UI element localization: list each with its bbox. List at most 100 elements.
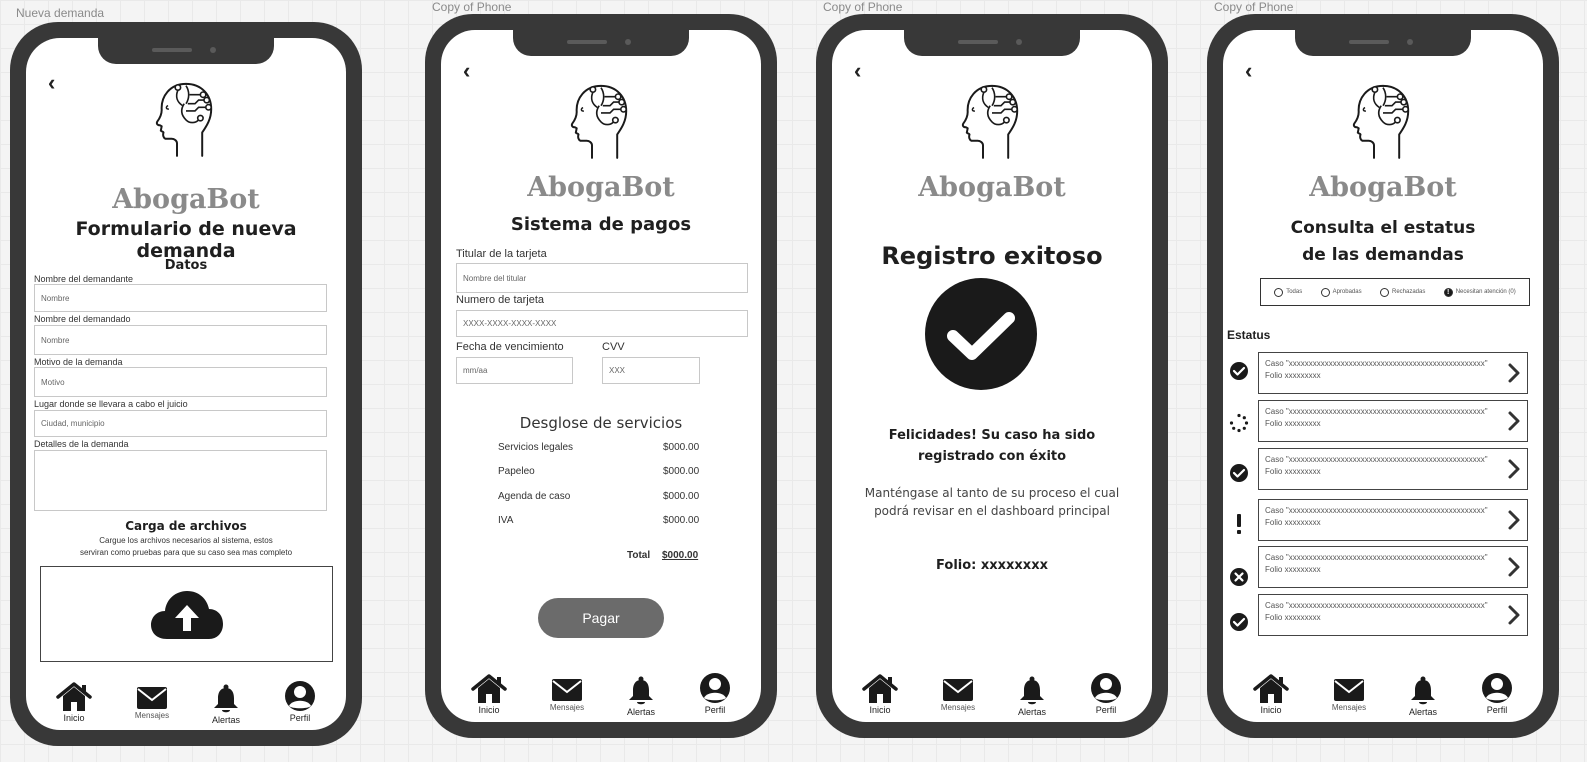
nav-inicio-label: Inicio [63, 713, 85, 723]
chevron-right-icon [1507, 458, 1521, 480]
total-value: $000.00 [662, 550, 699, 561]
phone-registro: ‹ AbogaBot Registro exitoso Felicidades!… [816, 14, 1168, 738]
nav-alertas[interactable]: Alertas [1004, 676, 1060, 717]
abogabot-logo [832, 80, 1152, 162]
case-row[interactable]: Caso "xxxxxxxxxxxxxxxxxxxxxxxxxxxxxxxxxx… [1258, 499, 1528, 541]
nav-alertas-label: Alertas [211, 715, 240, 725]
bottom-nav: Inicio Mensajes Alertas Perfil [441, 672, 761, 722]
screen-registro: ‹ AbogaBot Registro exitoso Felicidades!… [832, 30, 1152, 722]
check-circle-icon [1229, 612, 1249, 632]
nav-mensajes[interactable]: Mensajes [124, 686, 180, 720]
nav-alertas[interactable]: Alertas [1395, 676, 1451, 717]
loading-icon [1229, 413, 1249, 433]
nav-alertas-label: Alertas [626, 707, 655, 717]
numero-tarjeta-input[interactable]: XXXX-XXXX-XXXX-XXXX [456, 310, 748, 337]
bell-icon [627, 676, 655, 706]
head-circuit-icon [1347, 80, 1419, 162]
bottom-nav: Inicio Mensajes Alertas Perfil [1223, 672, 1543, 722]
nav-perfil-label: Perfil [704, 705, 726, 715]
brand-name: AbogaBot [112, 184, 260, 215]
case-row[interactable]: Caso "xxxxxxxxxxxxxxxxxxxxxxxxxxxxxxxxxx… [1258, 594, 1528, 636]
case-folio: Folio xxxxxxxxx [1265, 518, 1321, 527]
nav-mensajes[interactable]: Mensajes [930, 678, 986, 712]
bell-icon [1409, 676, 1437, 706]
case-row[interactable]: Caso "xxxxxxxxxxxxxxxxxxxxxxxxxxxxxxxxxx… [1258, 400, 1528, 442]
info-text-1: Manténgase al tanto de su proceso el cua… [864, 486, 1120, 500]
nav-inicio[interactable]: Inicio [1243, 674, 1299, 715]
nav-perfil[interactable]: Perfil [272, 680, 328, 723]
breakdown-title: Desglose de servicios [519, 414, 683, 432]
cloud-upload-icon [151, 591, 223, 639]
upload-dropzone[interactable] [40, 566, 333, 662]
bell-icon [212, 684, 240, 714]
nav-perfil-label: Perfil [289, 713, 311, 723]
case-folio: Folio xxxxxxxxx [1265, 565, 1321, 574]
nav-alertas[interactable]: Alertas [198, 684, 254, 725]
detalles-textarea[interactable] [34, 450, 327, 511]
home-icon [862, 674, 898, 704]
nav-perfil[interactable]: Perfil [1078, 672, 1134, 715]
page-title-line-2: de las demandas [1302, 245, 1464, 265]
chevron-right-icon [1507, 362, 1521, 384]
x-circle-icon [1229, 567, 1249, 587]
case-row[interactable]: Caso "xxxxxxxxxxxxxxxxxxxxxxxxxxxxxxxxxx… [1258, 448, 1528, 490]
nav-perfil[interactable]: Perfil [687, 672, 743, 715]
filter-necesitan-atencion[interactable]: ! Necesitan atención (0) [1443, 287, 1516, 297]
filter-rechazadas-label: Rechazadas [1391, 289, 1426, 295]
upload-description-1: Cargue los archivos necesarios al sistem… [99, 536, 273, 545]
nav-inicio[interactable]: Inicio [461, 674, 517, 715]
nav-mensajes[interactable]: Mensajes [1321, 678, 1377, 712]
label-demandado: Nombre del demandado [34, 314, 131, 324]
vencimiento-input[interactable]: mm/aa [456, 357, 573, 384]
nav-perfil[interactable]: Perfil [1469, 672, 1525, 715]
cvv-input[interactable]: XXX [602, 357, 700, 384]
head-circuit-icon [565, 80, 637, 162]
motivo-input[interactable]: Motivo [34, 367, 327, 397]
nav-inicio[interactable]: Inicio [852, 674, 908, 715]
phone-pagos: ‹ AbogaBot Sistema de pagos Titular de l… [425, 14, 777, 738]
case-title: Caso "xxxxxxxxxxxxxxxxxxxxxxxxxxxxxxxxxx… [1265, 506, 1488, 515]
nav-alertas[interactable]: Alertas [613, 676, 669, 717]
demandante-input[interactable]: Nombre [34, 284, 327, 312]
label-numero-tarjeta: Numero de tarjeta [456, 294, 545, 306]
head-circuit-icon [956, 80, 1028, 162]
page-title: Formulario de nueva demanda [75, 218, 297, 262]
lugar-input[interactable]: Ciudad, municipio [34, 410, 327, 437]
back-arrow-icon[interactable]: ‹ [854, 60, 861, 82]
mail-icon [942, 678, 974, 702]
case-title: Caso "xxxxxxxxxxxxxxxxxxxxxxxxxxxxxxxxxx… [1265, 407, 1488, 416]
case-row[interactable]: Caso "xxxxxxxxxxxxxxxxxxxxxxxxxxxxxxxxxx… [1258, 352, 1528, 394]
bottom-nav: Inicio Mensajes Alertas Perfil [26, 680, 346, 730]
demandado-input[interactable]: Nombre [34, 325, 327, 355]
back-arrow-icon[interactable]: ‹ [463, 60, 470, 82]
page-title-line-1: Consulta el estatus [1290, 218, 1476, 238]
phone-notch [904, 30, 1080, 56]
pay-button[interactable]: Pagar [538, 598, 664, 638]
filter-todas[interactable]: Todas [1274, 287, 1302, 297]
nav-inicio-label: Inicio [1260, 705, 1282, 715]
mail-icon [136, 686, 168, 710]
head-circuit-icon [150, 78, 222, 160]
page-title: Sistema de pagos [510, 214, 692, 235]
chevron-right-icon [1507, 410, 1521, 432]
case-row[interactable]: Caso "xxxxxxxxxxxxxxxxxxxxxxxxxxxxxxxxxx… [1258, 546, 1528, 588]
exclamation-icon [1237, 514, 1241, 534]
brand-name: AbogaBot [1309, 172, 1457, 203]
alert-icon: ! [1443, 287, 1453, 297]
frame-label-pagos: Copy of Phone [432, 0, 512, 14]
abogabot-logo [26, 78, 346, 160]
back-arrow-icon[interactable]: ‹ [1245, 60, 1252, 82]
label-motivo: Motivo de la demanda [34, 357, 123, 367]
phone-nueva-demanda: ‹ AbogaBot Formulario de nueva demanda D… [10, 22, 362, 746]
section-datos: Datos [164, 258, 208, 273]
mail-icon [551, 678, 583, 702]
titular-input[interactable]: Nombre del titular [456, 263, 748, 293]
nav-mensajes[interactable]: Mensajes [539, 678, 595, 712]
nav-inicio[interactable]: Inicio [46, 682, 102, 723]
frame-label-estatus: Copy of Phone [1214, 0, 1294, 14]
filter-aprobadas[interactable]: Aprobadas [1320, 287, 1362, 297]
case-title: Caso "xxxxxxxxxxxxxxxxxxxxxxxxxxxxxxxxxx… [1265, 553, 1488, 562]
nav-mensajes-label: Mensajes [940, 703, 976, 712]
filter-rechazadas[interactable]: Rechazadas [1379, 287, 1426, 297]
case-title: Caso "xxxxxxxxxxxxxxxxxxxxxxxxxxxxxxxxxx… [1265, 359, 1488, 368]
